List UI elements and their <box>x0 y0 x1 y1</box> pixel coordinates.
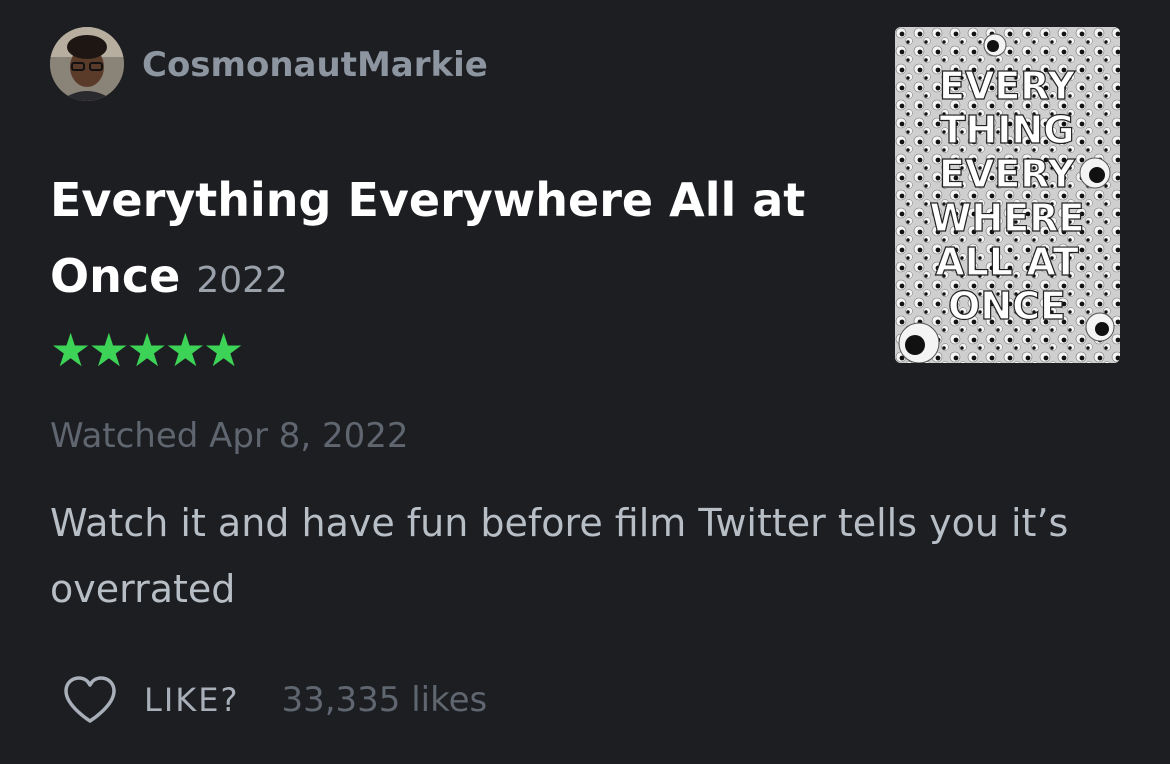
film-title[interactable]: Everything Everywhere All at Once <box>50 173 805 303</box>
poster-title-line: EVERY <box>939 64 1076 108</box>
poster-title-line: ALL AT <box>935 240 1079 284</box>
like-row: LIKE? 33,335 likes <box>62 672 487 728</box>
avatar[interactable] <box>50 27 124 101</box>
poster-title-line: EVERY <box>939 152 1076 196</box>
watched-date: Watched Apr 8, 2022 <box>50 416 409 456</box>
poster-title-line: ONCE <box>948 284 1066 328</box>
like-button[interactable]: LIKE? <box>144 681 239 719</box>
poster-title-line: WHERE <box>930 196 1085 240</box>
film-title-block: Everything Everywhere All at Once 2022 <box>50 162 850 319</box>
star-rating: ★★★★★ <box>50 323 244 377</box>
avatar-image <box>50 27 124 101</box>
likes-count[interactable]: 33,335 likes <box>281 680 487 720</box>
review-text: Watch it and have fun before film Twitte… <box>50 501 1069 611</box>
poster-title-line: THING <box>940 108 1075 152</box>
film-year[interactable]: 2022 <box>196 260 288 301</box>
username[interactable]: CosmonautMarkie <box>142 45 488 85</box>
poster-image: EVERY THING EVERY WHERE ALL AT ONCE <box>895 27 1120 363</box>
heart-icon[interactable] <box>62 675 118 725</box>
film-poster[interactable]: EVERY THING EVERY WHERE ALL AT ONCE <box>895 27 1120 363</box>
